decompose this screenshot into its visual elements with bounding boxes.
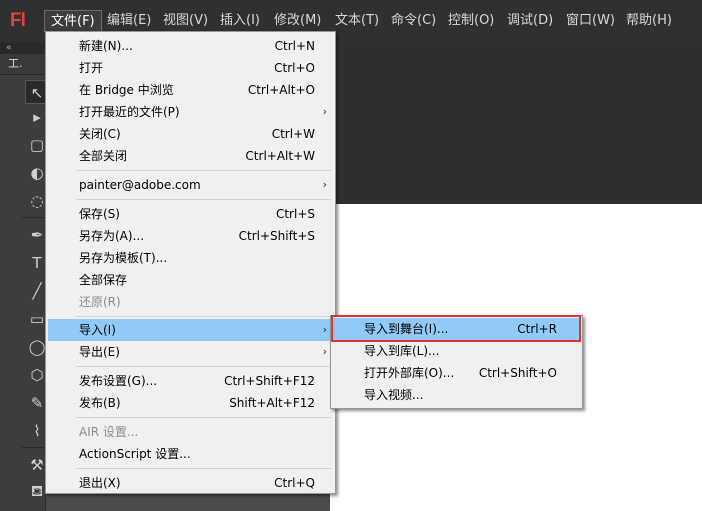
menu-item-label: 发布(B) — [79, 396, 121, 410]
menu-item-label: 导入视频... — [364, 388, 424, 402]
menu-item-exit[interactable]: 退出(X) Ctrl+Q — [48, 472, 333, 494]
menu-item-label: 保存(S) — [79, 207, 120, 221]
menu-separator — [76, 170, 331, 171]
menu-item-shortcut: Ctrl+Shift+F12 — [224, 374, 315, 388]
menu-item-label: 新建(N)... — [79, 39, 133, 53]
menu-file[interactable]: 文件(F) — [44, 10, 102, 32]
menu-modify[interactable]: 修改(M) — [268, 10, 327, 32]
menu-item-label: 关闭(C) — [79, 127, 121, 141]
menu-item-shortcut: Ctrl+Alt+W — [245, 149, 315, 163]
menu-help[interactable]: 帮助(H) — [620, 10, 678, 32]
menu-item-label: 导入(I) — [79, 323, 116, 337]
menu-item-open-external-library[interactable]: 打开外部库(O)... Ctrl+Shift+O — [333, 362, 580, 384]
menu-item-publish-settings[interactable]: 发布设置(G)... Ctrl+Shift+F12 — [48, 370, 333, 392]
menu-item-shortcut: Ctrl+Shift+O — [478, 366, 557, 380]
menu-item-label: 打开 — [79, 61, 104, 75]
menu-separator — [76, 468, 331, 469]
menu-item-label: 全部保存 — [79, 273, 128, 287]
menu-item-import[interactable]: 导入(I) › — [48, 319, 333, 341]
menu-control[interactable]: 控制(O) — [442, 10, 500, 32]
menu-separator — [76, 199, 331, 200]
menu-view[interactable]: 视图(V) — [157, 10, 214, 32]
tools-panel-title: 工. — [8, 57, 23, 70]
chevron-right-icon: › — [322, 345, 327, 358]
menu-item-air-settings: AIR 设置... — [48, 421, 333, 443]
tool-divider — [22, 447, 45, 448]
menu-item-import-to-library[interactable]: 导入到库(L)... — [333, 340, 580, 362]
menu-item-label: 导出(E) — [79, 345, 120, 359]
menu-item-label: AIR 设置... — [79, 425, 139, 439]
menu-item-shortcut: Ctrl+Alt+O — [247, 83, 315, 97]
menu-item-open[interactable]: 打开 Ctrl+O — [48, 57, 333, 79]
chevron-right-icon: › — [322, 105, 327, 118]
menu-separator — [76, 417, 331, 418]
menu-item-label: 导入到库(L)... — [364, 344, 440, 358]
menu-item-close-all[interactable]: 全部关闭 Ctrl+Alt+W — [48, 145, 333, 167]
menu-item-label: 另存为模板(T)... — [79, 251, 168, 265]
menu-item-shortcut: Ctrl+O — [274, 61, 315, 75]
menu-item-label: 发布设置(G)... — [79, 374, 158, 388]
menu-item-label: 退出(X) — [79, 476, 121, 490]
menu-item-actionscript-settings[interactable]: ActionScript 设置... — [48, 443, 333, 465]
chevron-right-icon: › — [322, 178, 327, 191]
tools-panel-header[interactable]: 工. — [0, 54, 45, 75]
menu-debug[interactable]: 调试(D) — [501, 10, 559, 32]
menu-window[interactable]: 窗口(W) — [560, 10, 621, 32]
menu-item-shortcut: Ctrl+S — [275, 207, 315, 221]
menu-text[interactable]: 文本(T) — [329, 10, 385, 32]
menu-item-save-as-template[interactable]: 另存为模板(T)... — [48, 247, 333, 269]
menu-item-label: 打开外部库(O)... — [364, 366, 455, 380]
menu-item-shortcut: Shift+Alt+F12 — [229, 396, 315, 410]
collapse-icon: « — [6, 43, 12, 53]
tool-divider — [22, 217, 45, 218]
menu-insert[interactable]: 插入(I) — [214, 10, 266, 32]
menu-item-open-recent[interactable]: 打开最近的文件(P) › — [48, 101, 333, 123]
menu-item-label: 还原(R) — [79, 295, 121, 309]
menu-item-shortcut: Ctrl+Shift+S — [238, 229, 315, 243]
menu-item-shortcut: Ctrl+W — [271, 127, 315, 141]
menu-item-label: 打开最近的文件(P) — [79, 105, 180, 119]
menu-item-save-as[interactable]: 另存为(A)... Ctrl+Shift+S — [48, 225, 333, 247]
menu-item-save-all[interactable]: 全部保存 — [48, 269, 333, 291]
import-submenu: 导入到舞台(I)... Ctrl+R 导入到库(L)... 打开外部库(O)..… — [330, 315, 583, 409]
menu-item-export[interactable]: 导出(E) › — [48, 341, 333, 363]
menu-commands[interactable]: 命令(C) — [385, 10, 442, 32]
menu-item-import-to-stage[interactable]: 导入到舞台(I)... Ctrl+R — [333, 318, 580, 340]
file-menu: 新建(N)... Ctrl+N 打开 Ctrl+O 在 Bridge 中浏览 C… — [45, 31, 336, 494]
menu-item-close[interactable]: 关闭(C) Ctrl+W — [48, 123, 333, 145]
menu-item-browse-in-bridge[interactable]: 在 Bridge 中浏览 Ctrl+Alt+O — [48, 79, 333, 101]
app-logo: Fl — [10, 10, 26, 31]
menu-item-shortcut: Ctrl+Q — [274, 476, 315, 490]
menu-item-revert: 还原(R) — [48, 291, 333, 313]
menu-item-new[interactable]: 新建(N)... Ctrl+N — [48, 35, 333, 57]
menu-item-label: 另存为(A)... — [79, 229, 145, 243]
menu-item-label: 导入到舞台(I)... — [364, 322, 449, 336]
menu-item-account[interactable]: painter@adobe.com › — [48, 174, 333, 196]
menu-item-import-video[interactable]: 导入视频... — [333, 384, 580, 406]
tools-collapse-button[interactable]: « — [0, 42, 45, 54]
menu-item-publish[interactable]: 发布(B) Shift+Alt+F12 — [48, 392, 333, 414]
menu-item-label: 在 Bridge 中浏览 — [79, 83, 174, 97]
menu-item-shortcut: Ctrl+N — [274, 39, 315, 53]
menu-item-label: 全部关闭 — [79, 149, 128, 163]
menu-separator — [76, 316, 331, 317]
chevron-right-icon: › — [322, 323, 327, 336]
menu-item-label: painter@adobe.com — [79, 178, 201, 192]
menu-item-save[interactable]: 保存(S) Ctrl+S — [48, 203, 333, 225]
menu-separator — [76, 366, 331, 367]
menu-item-shortcut: Ctrl+R — [517, 322, 557, 336]
menu-edit[interactable]: 编辑(E) — [101, 10, 157, 32]
tools-panel: ↖ ▸ ▢ ◐ ◌ ✒ T ╱ ▭ ◯ ⬡ ✎ ⌇ ⚒ ⛾ — [0, 75, 49, 511]
menu-item-label: ActionScript 设置... — [79, 447, 191, 461]
